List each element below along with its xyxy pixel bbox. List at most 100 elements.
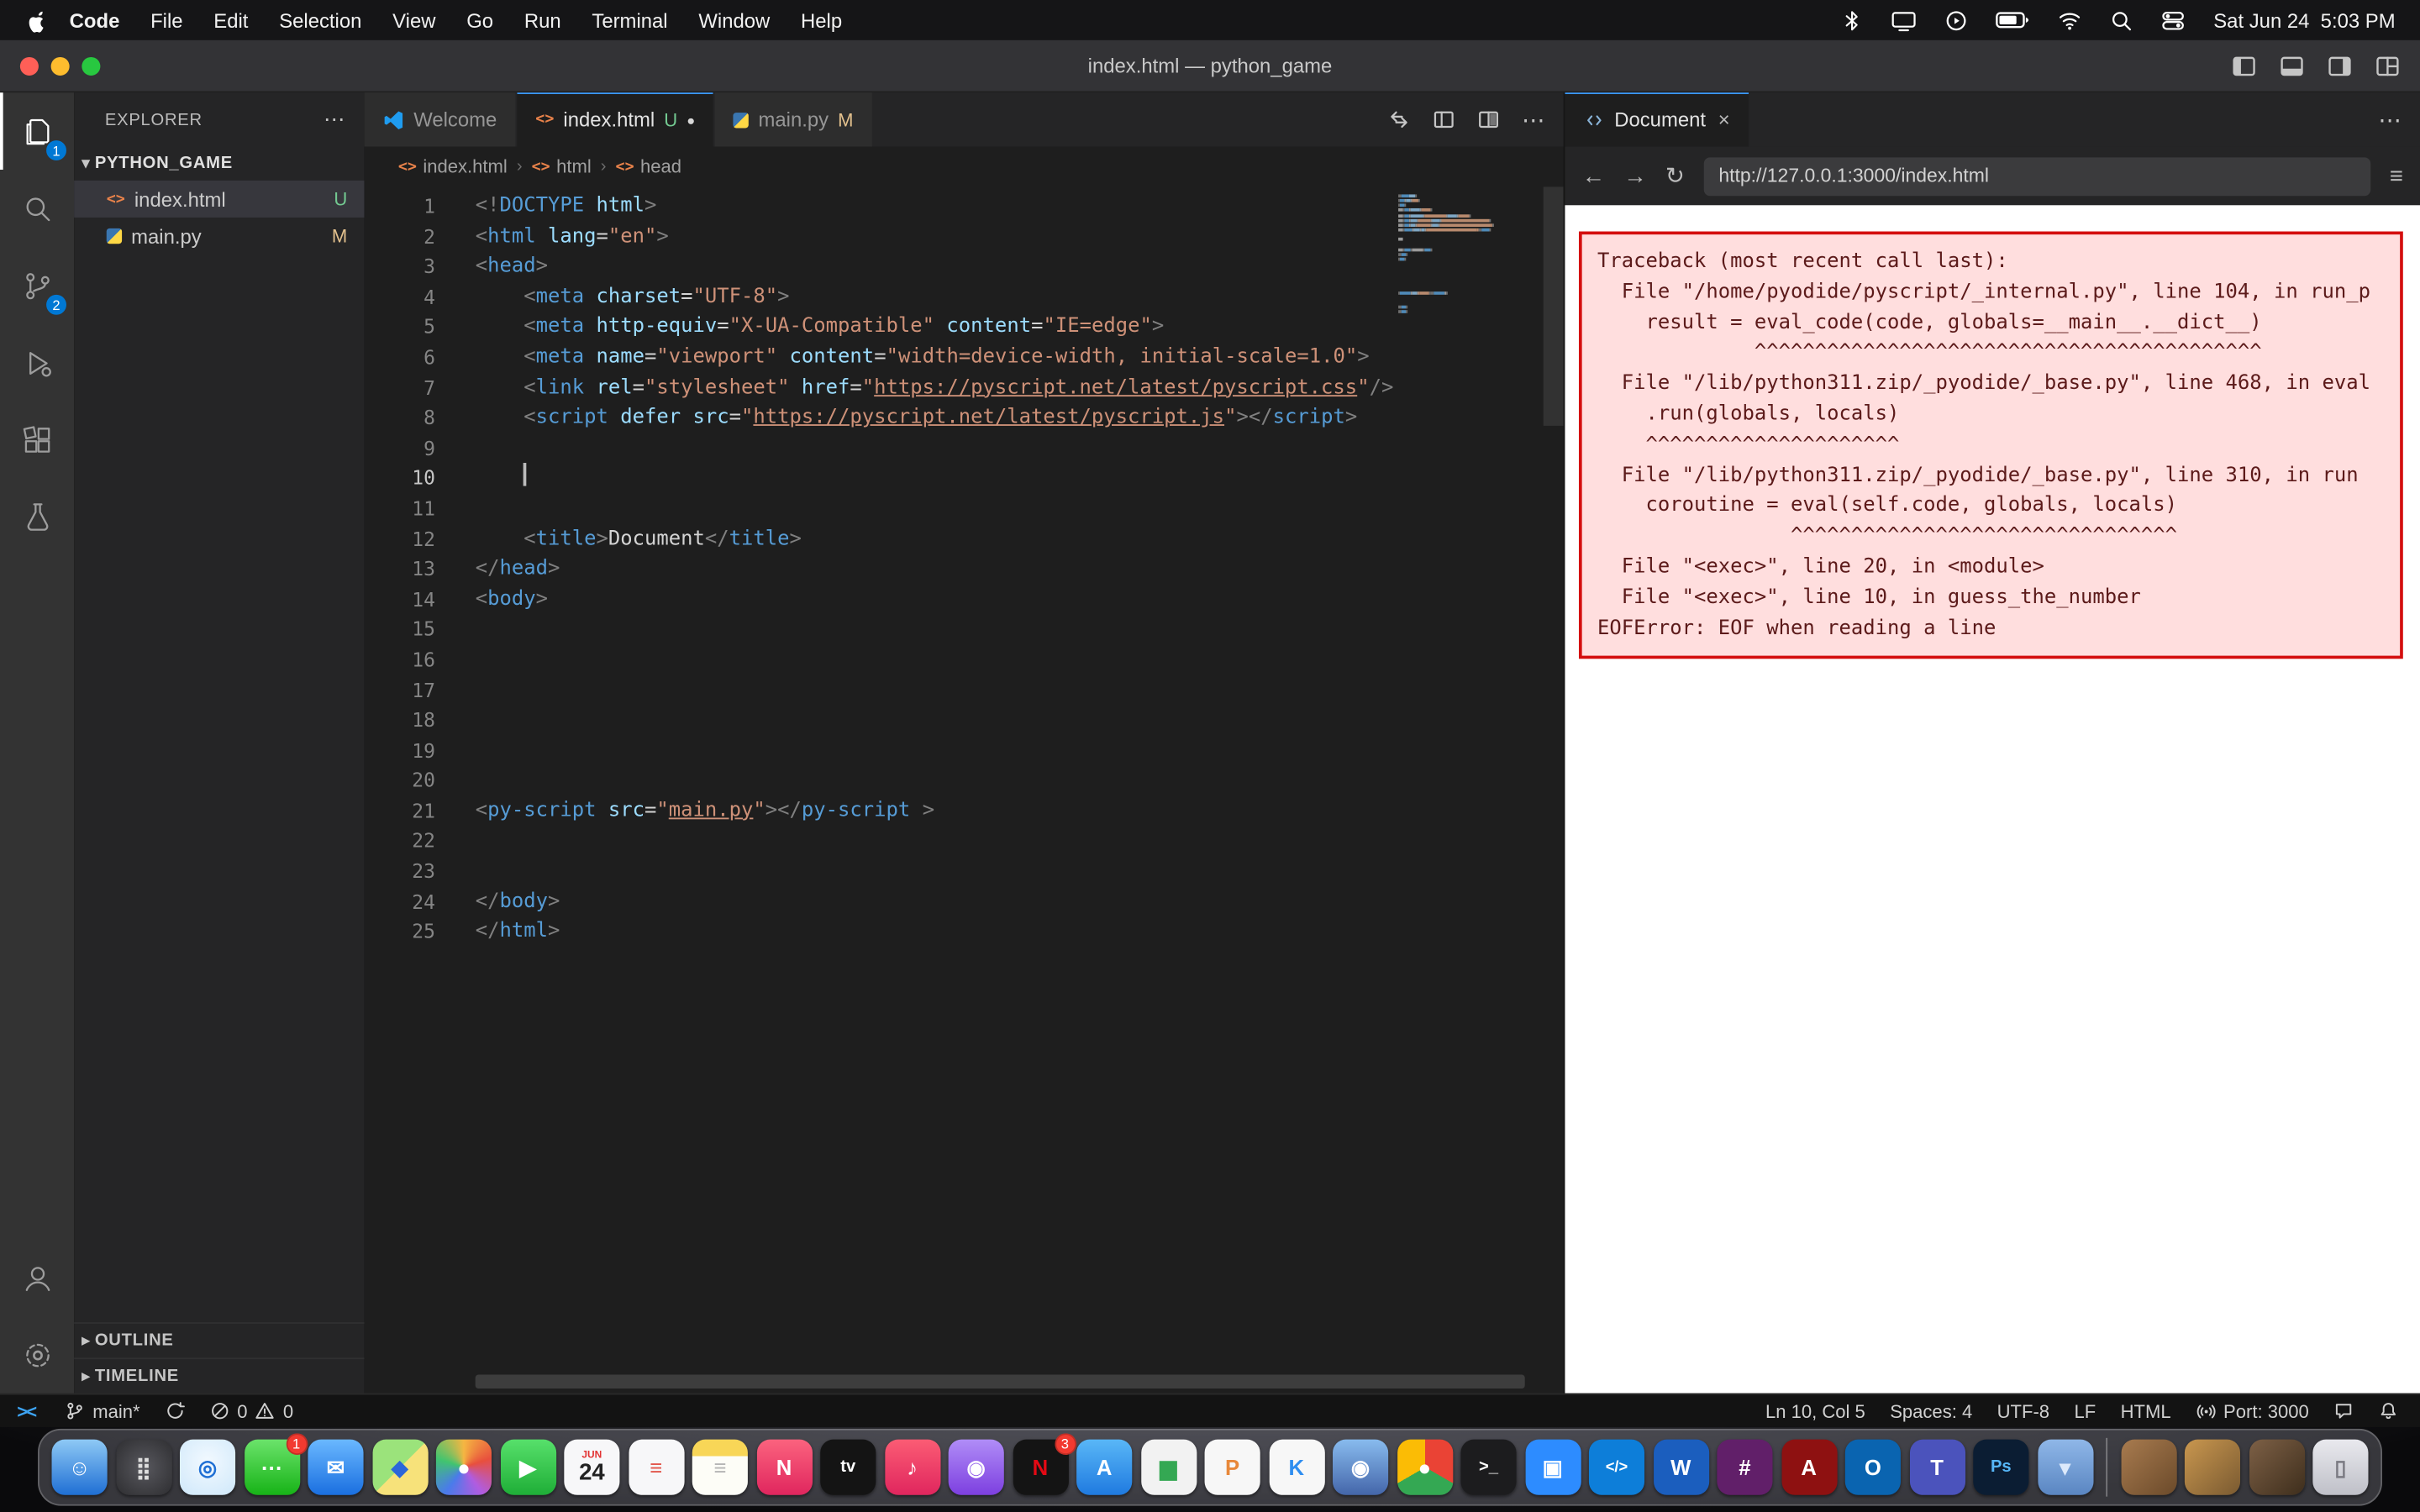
tab-index-html[interactable]: <> index.html U ●: [517, 92, 716, 147]
dock-icon-calendar[interactable]: JUN 24: [564, 1439, 620, 1495]
dock-icon-messages[interactable]: ⋯ 1: [244, 1433, 308, 1495]
breadcrumb-file[interactable]: <> index.html: [398, 156, 508, 178]
activity-accounts[interactable]: [0, 1239, 74, 1316]
toggle-panel-icon[interactable]: [2280, 53, 2304, 77]
code-line-19[interactable]: 19: [364, 736, 1563, 766]
battery-icon[interactable]: [1996, 11, 2029, 29]
dock-icon-terminal[interactable]: >_: [1460, 1439, 1517, 1495]
activity-explorer[interactable]: 1: [0, 92, 74, 170]
more-actions-icon[interactable]: ⋯: [2378, 106, 2402, 134]
code-line-16[interactable]: 16: [364, 645, 1563, 675]
dock-icon-numbers[interactable]: ▆: [1140, 1439, 1197, 1495]
dock-icon-photo-thumb-1[interactable]: [2120, 1439, 2176, 1495]
code-line-7[interactable]: 7 <link rel="stylesheet" href="https://p…: [364, 373, 1563, 403]
activity-testing[interactable]: [0, 478, 74, 555]
encoding-item[interactable]: UTF-8: [1985, 1400, 2062, 1422]
dock-icon-facetime[interactable]: ▶: [500, 1439, 556, 1495]
dock-icon-trash[interactable]: ▯: [2312, 1439, 2369, 1495]
dock-icon-reminders[interactable]: ≡: [628, 1439, 684, 1495]
code-editor[interactable]: 1 <!DOCTYPE html> 2 <html lang="en"> 3 <head>…: [364, 186, 1564, 1393]
dock-icon-folder[interactable]: ▾: [2037, 1439, 2093, 1495]
open-changes-icon[interactable]: [1387, 108, 1411, 132]
spotlight-search-icon[interactable]: [2110, 8, 2133, 32]
dock-icon-music[interactable]: ♪: [884, 1439, 940, 1495]
tab-welcome[interactable]: Welcome: [364, 92, 518, 147]
code-line-18[interactable]: 18: [364, 706, 1563, 736]
activity-run-debug[interactable]: [0, 324, 74, 402]
notifications-item[interactable]: [2366, 1401, 2411, 1421]
code-line-21[interactable]: 21 <py-script src="main.py"></py-script >: [364, 796, 1563, 827]
feedback-item[interactable]: [2321, 1401, 2365, 1421]
dock-icon-zoom[interactable]: ▣: [1524, 1439, 1581, 1495]
dock-icon-photos[interactable]: ●: [435, 1439, 492, 1495]
split-editor-icon[interactable]: [1477, 108, 1501, 132]
wifi-icon[interactable]: [2058, 9, 2082, 31]
activity-search[interactable]: [0, 170, 74, 247]
dock-icon-outlook[interactable]: O: [1844, 1439, 1901, 1495]
more-actions-icon[interactable]: ⋯: [1522, 106, 1545, 134]
dock-icon-chrome[interactable]: ●: [1397, 1439, 1453, 1495]
menu-item-code[interactable]: Code: [60, 8, 135, 32]
dock-icon-keynote[interactable]: K: [1268, 1439, 1324, 1495]
bluetooth-icon[interactable]: [1842, 8, 1864, 32]
code-line-25[interactable]: 25 </html>: [364, 916, 1563, 947]
screen-record-icon[interactable]: [1945, 8, 1969, 32]
open-preview-icon[interactable]: [1432, 108, 1455, 132]
timeline-section[interactable]: ▸ TIMELINE: [74, 1357, 365, 1393]
customize-layout-icon[interactable]: [2375, 53, 2400, 77]
breadcrumb-html[interactable]: <> html: [532, 156, 592, 178]
url-bar[interactable]: http://127.0.0.1:3000/index.html: [1702, 156, 2371, 196]
code-line-1[interactable]: 1 <!DOCTYPE html>: [364, 192, 1563, 222]
window-zoom-button[interactable]: [82, 56, 101, 76]
dock-icon-photo-thumb-3[interactable]: [2249, 1439, 2305, 1495]
dock-icon-maps[interactable]: ◆: [371, 1439, 428, 1495]
code-line-22[interactable]: 22: [364, 827, 1563, 857]
code-line-8[interactable]: 8 <script defer src="https://pyscript.ne…: [364, 403, 1563, 433]
code-line-4[interactable]: 4 <meta charset="UTF-8">: [364, 282, 1563, 312]
outline-section[interactable]: ▸ OUTLINE: [74, 1322, 365, 1357]
menu-item-file[interactable]: File: [135, 8, 198, 32]
dock-icon-finder[interactable]: ☺: [51, 1439, 108, 1495]
dock-icon-photoshop[interactable]: Ps: [1973, 1439, 2029, 1495]
window-close-button[interactable]: [19, 56, 39, 76]
dock-icon-pages[interactable]: P: [1204, 1439, 1260, 1495]
code-line-6[interactable]: 6 <meta name="viewport" content="width=d…: [364, 343, 1563, 373]
code-line-5[interactable]: 5 <meta http-equiv="X-UA-Compatible" con…: [364, 312, 1563, 343]
code-line-20[interactable]: 20: [364, 766, 1563, 796]
horizontal-scrollbar[interactable]: [475, 1374, 1525, 1389]
dock-icon-news[interactable]: N: [756, 1439, 813, 1495]
preview-menu-icon[interactable]: ≡: [2390, 163, 2403, 189]
sync-item[interactable]: [152, 1401, 197, 1421]
dock-icon-podcasts[interactable]: ◉: [948, 1439, 1004, 1495]
menu-item-selection[interactable]: Selection: [264, 8, 377, 32]
menu-item-view[interactable]: View: [377, 8, 451, 32]
display-mirroring-icon[interactable]: [1891, 8, 1917, 32]
dock-icon-notes[interactable]: ≡: [692, 1439, 748, 1495]
code-line-12[interactable]: 12 <title>Document</title>: [364, 524, 1563, 554]
code-line-17[interactable]: 17: [364, 675, 1563, 706]
code-line-2[interactable]: 2 <html lang="en">: [364, 222, 1563, 252]
dock-icon-photo-thumb-2[interactable]: [2184, 1439, 2241, 1495]
dock-icon-slack[interactable]: #: [1717, 1439, 1773, 1495]
minimap[interactable]: [1398, 194, 1540, 315]
dock-icon-teams[interactable]: T: [1909, 1439, 1965, 1495]
dock-icon-word[interactable]: W: [1653, 1439, 1709, 1495]
dock-icon-acrobat[interactable]: A: [1781, 1439, 1837, 1495]
code-line-14[interactable]: 14 <body>: [364, 585, 1563, 615]
code-line-24[interactable]: 24 </body>: [364, 886, 1563, 916]
toggle-primary-sidebar-icon[interactable]: [2232, 53, 2256, 77]
modified-dot-icon[interactable]: ●: [687, 112, 695, 127]
activity-settings[interactable]: [0, 1316, 74, 1394]
dock-icon-launchpad[interactable]: ⣿: [115, 1439, 171, 1495]
menu-item-edit[interactable]: Edit: [198, 8, 264, 32]
dock-icon-mail[interactable]: ✉: [308, 1439, 364, 1495]
file-row-index-html[interactable]: <> index.html U: [74, 180, 365, 218]
code-line-10[interactable]: 10: [364, 463, 1563, 494]
back-icon[interactable]: ←: [1582, 163, 1606, 189]
reload-icon[interactable]: ↻: [1665, 162, 1685, 190]
forward-icon[interactable]: →: [1623, 163, 1647, 189]
dock-icon-tv[interactable]: tv: [820, 1439, 876, 1495]
git-branch-item[interactable]: main*: [52, 1400, 152, 1422]
tab-main-py[interactable]: main.py M: [715, 92, 874, 147]
remote-indicator[interactable]: ><: [0, 1400, 52, 1422]
